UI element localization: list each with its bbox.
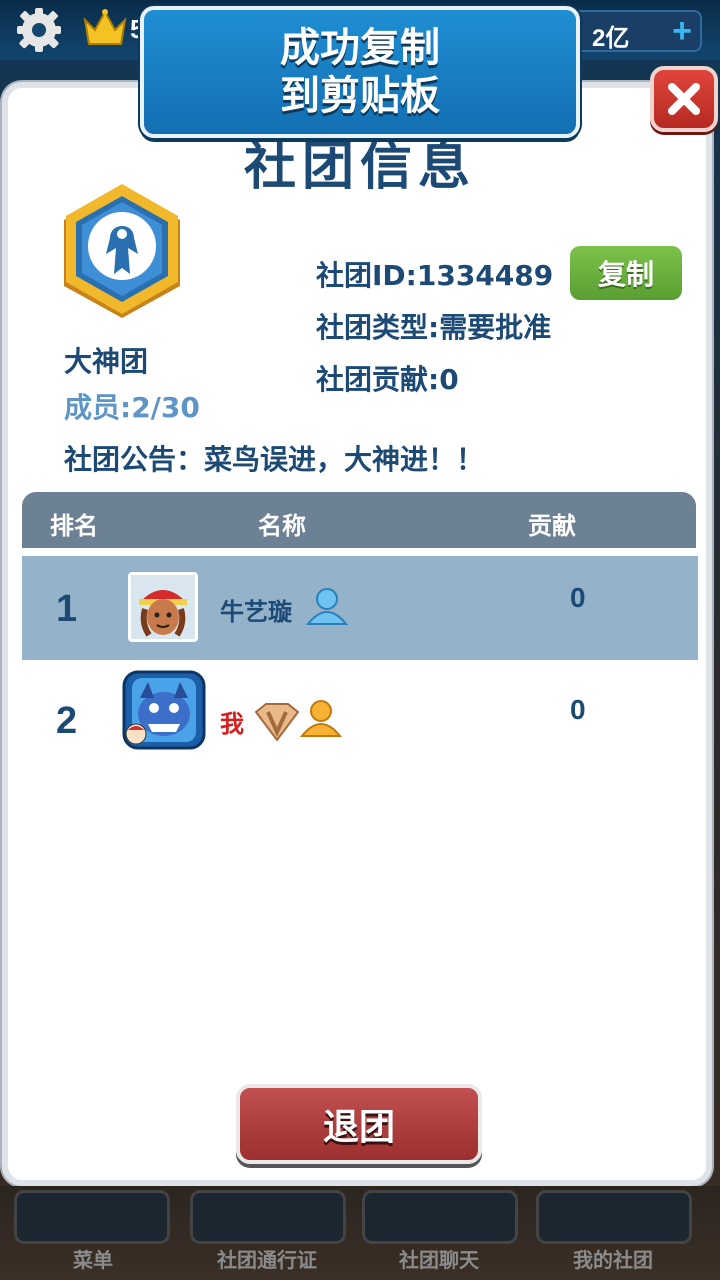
ranking-table-header: 排名 名称 贡献 [22,492,696,548]
nav-my-club-label: 我的社团 [573,1248,653,1272]
nav-club-pass-label: 社团通行证 [217,1248,317,1272]
quit-club-button[interactable]: 退团 [236,1084,482,1164]
member-role-icon [304,586,350,630]
row-rank: 1 [56,588,78,630]
nav-club-chat-label: 社团聊天 [399,1248,479,1272]
vip-diamond-icon [252,702,302,746]
table-row[interactable]: 1 牛艺璇 0 [22,556,698,660]
player-avatar[interactable] [128,572,198,642]
member-count: 成员:2/30 [64,391,200,424]
copy-success-toast: 成功复制 到剪贴板 [140,6,580,138]
nav-my-club-button[interactable] [536,1190,692,1244]
nav-club-pass-button[interactable] [190,1190,346,1244]
close-button[interactable] [650,66,718,132]
club-type: 社团类型:需要批准 [316,311,552,344]
member-role-icon [298,698,344,742]
player-name: 我 [220,710,244,738]
crown-icon [80,6,130,50]
club-name: 大神团 [64,345,149,378]
header-contribution: 贡献 [528,512,576,540]
club-contribution: 社团贡献:0 [316,363,459,396]
nav-menu-label: 菜单 [73,1248,113,1272]
club-badge-icon [58,182,186,332]
settings-gear-icon[interactable] [12,6,66,54]
toast-line-1: 成功复制 [280,25,440,71]
coin-counter[interactable]: 2亿 + [572,10,702,52]
row-contribution: 0 [570,582,586,613]
table-row[interactable]: 2 我 0 [22,668,698,772]
header-rank: 排名 [50,512,98,540]
player-avatar[interactable] [118,668,210,772]
player-name: 牛艺璇 [220,598,292,626]
header-name: 名称 [258,512,306,540]
close-icon [668,83,700,115]
nav-club-chat-button[interactable] [362,1190,518,1244]
row-contribution: 0 [570,694,586,725]
row-rank: 2 [56,700,78,742]
club-id: 社团ID:1334489 [316,259,554,292]
copy-button[interactable]: 复制 [570,246,682,300]
club-notice: 社团公告：菜鸟误进，大神进！！ [64,443,485,476]
add-coins-icon[interactable]: + [672,12,692,51]
coin-value: 2亿 [592,25,630,52]
nav-menu-button[interactable] [14,1190,170,1244]
toast-line-2: 到剪贴板 [280,73,440,119]
